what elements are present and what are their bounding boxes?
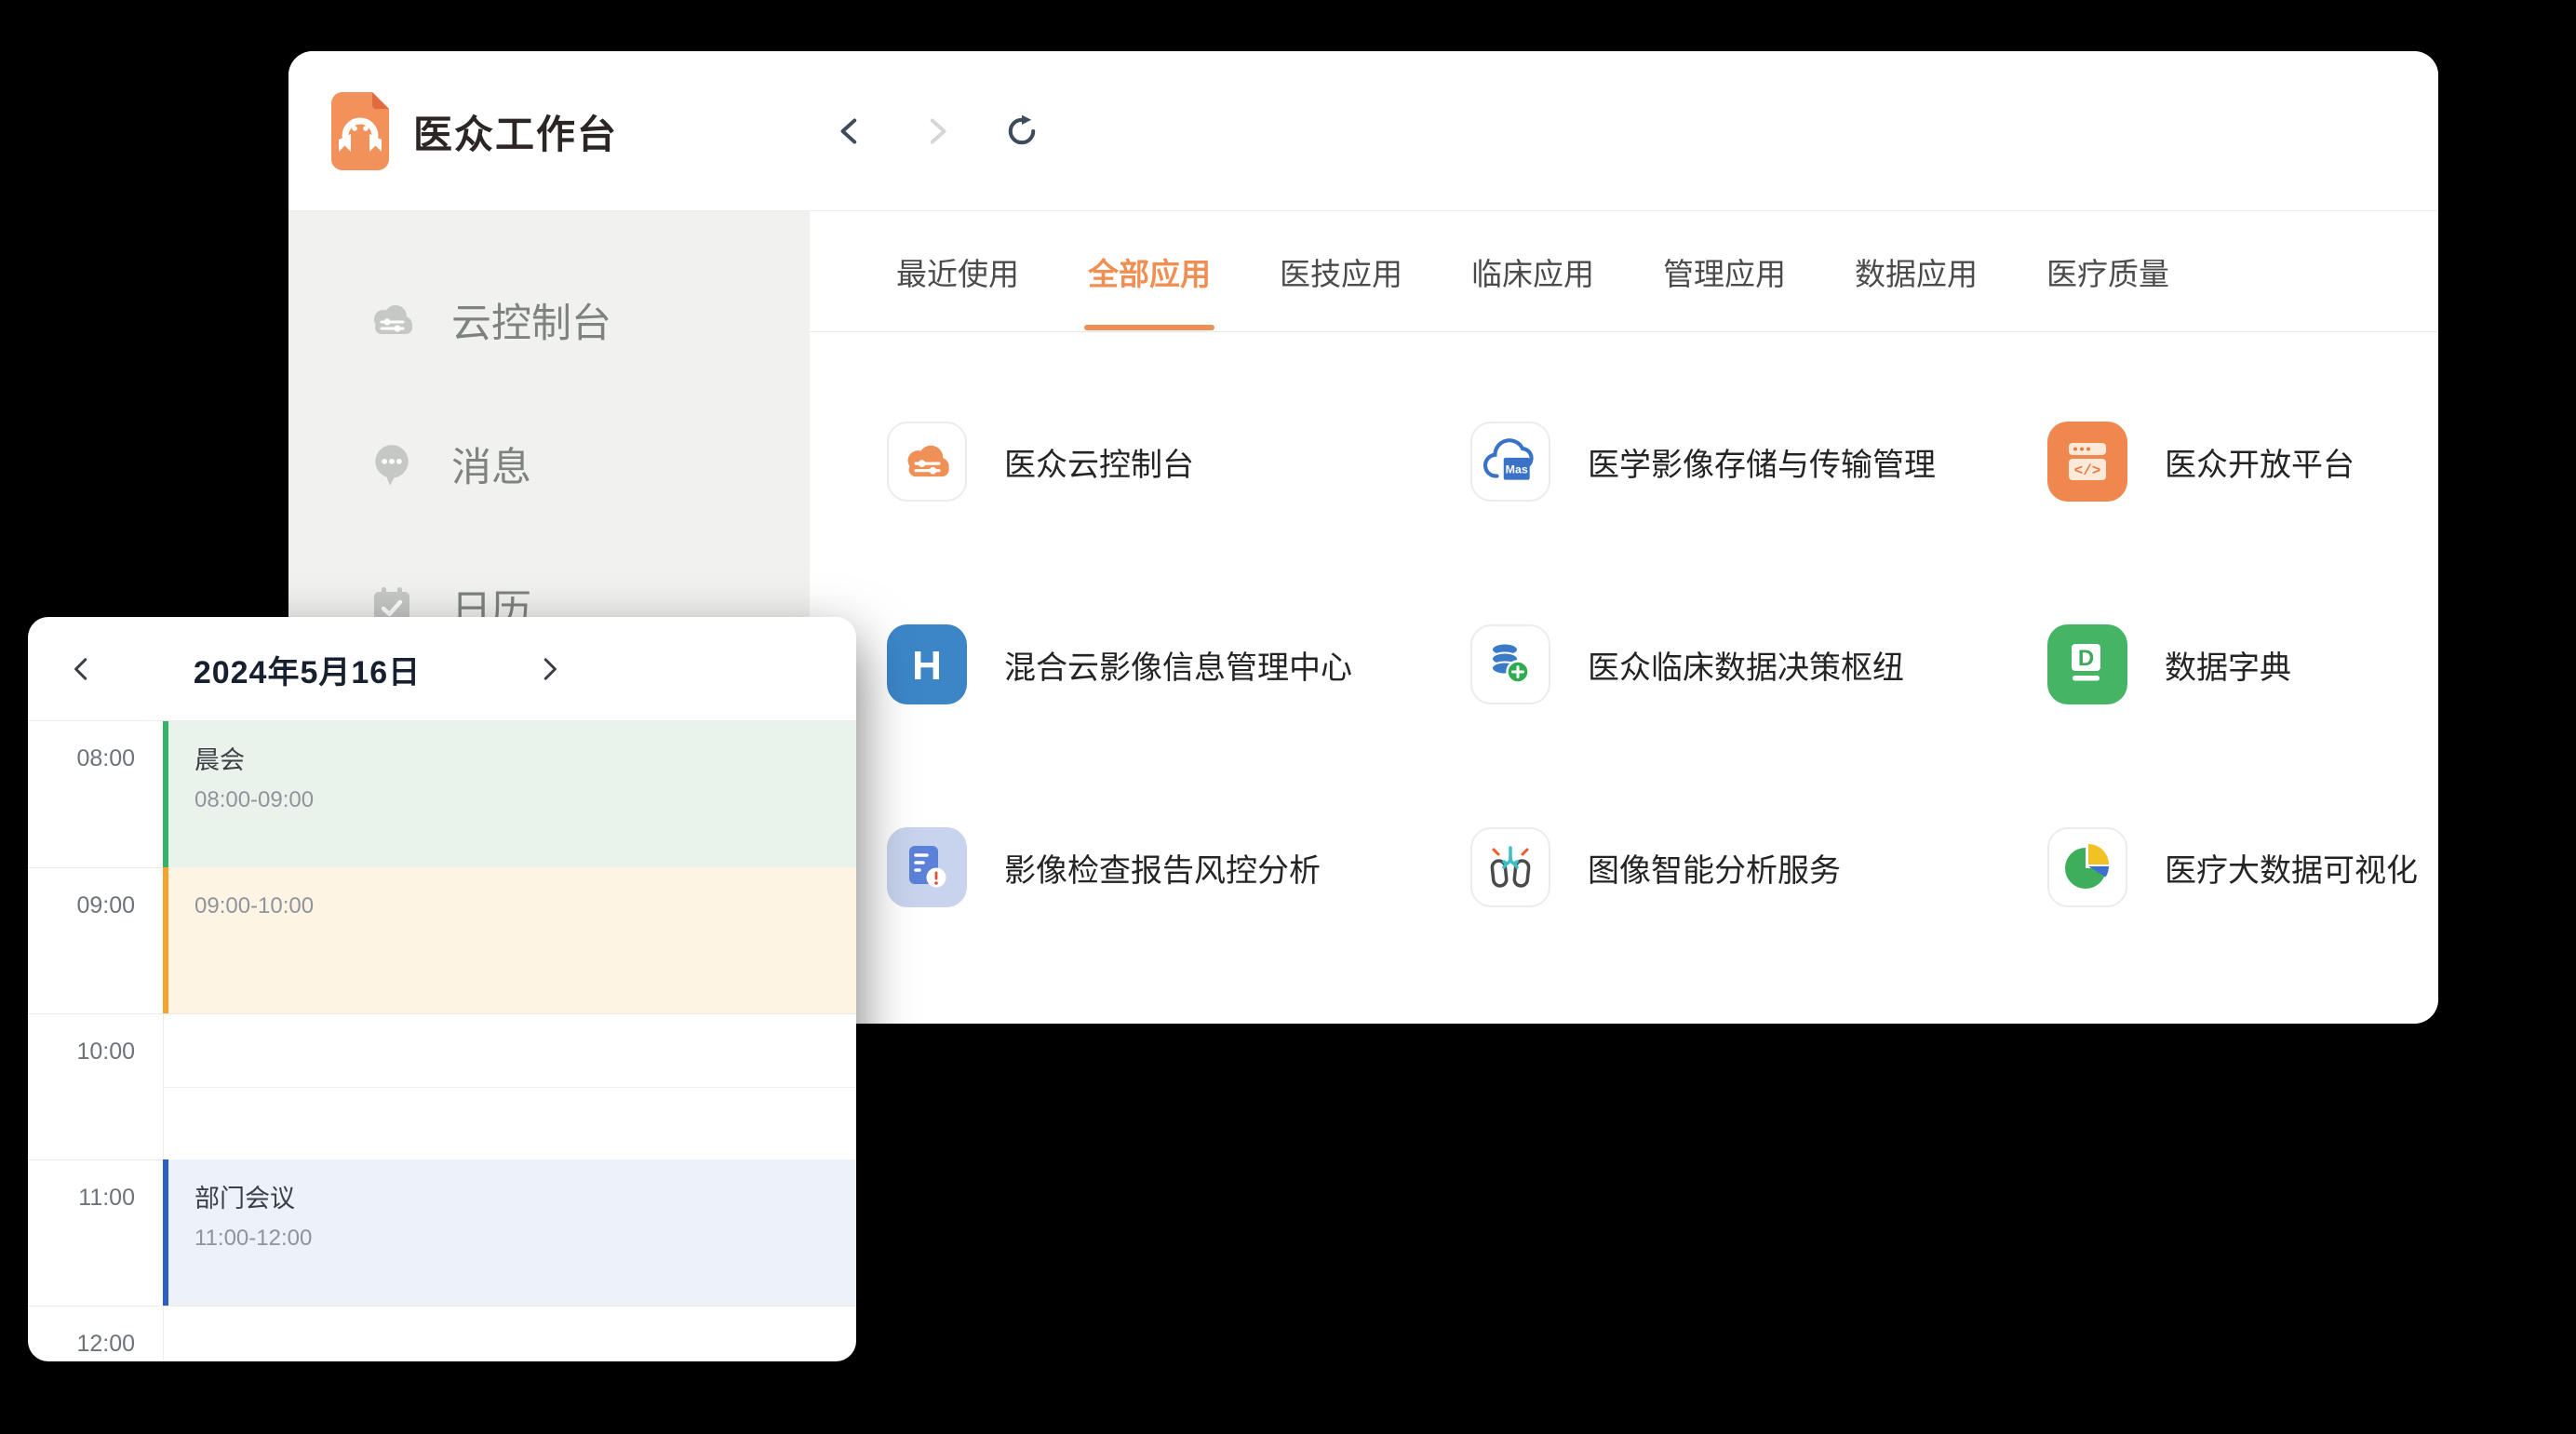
app-item-1[interactable]: 医众云控制台	[887, 422, 1194, 502]
app-item-5[interactable]: 医众临床数据决策枢纽	[1470, 624, 1904, 704]
svg-text:H: H	[912, 643, 942, 689]
app-grid: 医众云控制台 Mas 医学影像存储与传输管理 </> 医众开放平台 H 混合云影…	[810, 332, 2438, 1024]
svg-text:D: D	[2078, 646, 2094, 671]
tab-1[interactable]: 最近使用	[896, 211, 1019, 331]
hour-label: 08:00	[28, 745, 135, 772]
message-icon	[368, 440, 416, 489]
tab-7[interactable]: 医疗质量	[2046, 211, 2169, 331]
calendar-date: 2024年5月16日	[130, 617, 484, 721]
code-window-icon: </>	[2047, 422, 2127, 502]
back-button[interactable]	[830, 111, 871, 152]
event-time: 09:00-10:00	[195, 893, 856, 919]
cloud-mas-icon: Mas	[1470, 422, 1550, 502]
content-area: 最近使用全部应用医技应用临床应用管理应用数据应用医疗质量 医众云控制台 Mas …	[810, 211, 2438, 1024]
browser-nav	[830, 51, 1042, 211]
sidebar-item-label: 云控制台	[451, 291, 611, 349]
calendar-event-3[interactable]: 部门会议 11:00-12:00	[163, 1159, 856, 1306]
app-item-3[interactable]: </> 医众开放平台	[2047, 422, 2355, 502]
cloud-console-icon	[368, 296, 416, 344]
app-item-2[interactable]: Mas 医学影像存储与传输管理	[1470, 422, 1936, 502]
svg-text:</>: </>	[2074, 462, 2101, 479]
calendar-event-1[interactable]: 晨会 08:00-09:00	[163, 721, 856, 867]
app-item-label: 图像智能分析服务	[1588, 845, 1841, 891]
event-title: 部门会议	[195, 1178, 856, 1214]
calendar-panel: 2024年5月16日 08:00 09:00 10:00 11:00 12:00…	[28, 617, 856, 1361]
app-item-label: 医众云控制台	[1004, 439, 1194, 485]
sidebar-item-1[interactable]: 云控制台	[368, 295, 611, 345]
forward-button[interactable]	[916, 111, 957, 152]
calendar-day-grid: 08:00 09:00 10:00 11:00 12:00 晨会 08:00-0…	[28, 721, 856, 1361]
app-item-label: 医众临床数据决策枢纽	[1588, 642, 1904, 688]
app-item-label: 医众开放平台	[2165, 439, 2355, 485]
refresh-button[interactable]	[1001, 111, 1042, 152]
app-item-label: 医学影像存储与传输管理	[1588, 439, 1936, 485]
tab-bar: 最近使用全部应用医技应用临床应用管理应用数据应用医疗质量	[810, 211, 2438, 332]
half-hour-line	[163, 1087, 856, 1088]
tab-2[interactable]: 全部应用	[1088, 211, 1211, 331]
calendar-next-day-button[interactable]	[521, 617, 577, 721]
event-time: 11:00-12:00	[195, 1226, 856, 1252]
cloud-sliders-icon	[887, 422, 967, 502]
calendar-prev-day-button[interactable]	[54, 617, 110, 721]
calendar-event-2[interactable]: 09:00-10:00	[163, 867, 856, 1013]
app-item-label: 影像检查报告风控分析	[1004, 845, 1321, 891]
hour-label: 09:00	[28, 892, 135, 919]
app-item-8[interactable]: 图像智能分析服务	[1470, 827, 1841, 907]
report-risk-icon	[887, 827, 967, 907]
app-item-4[interactable]: H 混合云影像信息管理中心	[887, 624, 1352, 704]
app-item-label: 混合云影像信息管理中心	[1004, 642, 1352, 688]
sidebar-item-2[interactable]: 消息	[368, 439, 531, 489]
tab-3[interactable]: 医技应用	[1280, 211, 1402, 331]
tab-5[interactable]: 管理应用	[1663, 211, 1786, 331]
tab-4[interactable]: 临床应用	[1471, 211, 1594, 331]
hour-label: 11:00	[28, 1185, 135, 1212]
svg-text:Mas: Mas	[1506, 462, 1528, 476]
window-title: 医众工作台	[413, 51, 618, 211]
app-item-9[interactable]: 医疗大数据可视化	[2047, 827, 2418, 907]
lungs-icon	[1470, 827, 1550, 907]
sidebar-item-label: 消息	[451, 436, 531, 493]
pie-chart-icon	[2047, 827, 2127, 907]
calendar-header: 2024年5月16日	[28, 617, 856, 721]
hour-row-10:00: 10:00	[28, 1013, 856, 1159]
hour-row-12:00: 12:00	[28, 1306, 856, 1361]
hour-label: 12:00	[28, 1331, 135, 1358]
database-plus-icon	[1470, 624, 1550, 704]
app-item-6[interactable]: D 数据字典	[2047, 624, 2291, 704]
app-logo-icon	[331, 92, 389, 170]
app-item-7[interactable]: 影像检查报告风控分析	[887, 827, 1321, 907]
dictionary-icon: D	[2047, 624, 2127, 704]
event-time: 08:00-09:00	[195, 787, 856, 813]
window-header: 医众工作台	[288, 51, 2438, 211]
hour-label: 10:00	[28, 1039, 135, 1065]
tab-6[interactable]: 数据应用	[1855, 211, 1978, 331]
letter-h-icon: H	[887, 624, 967, 704]
app-item-label: 数据字典	[2165, 642, 2291, 688]
event-title: 晨会	[195, 740, 856, 776]
app-item-label: 医疗大数据可视化	[2165, 845, 2418, 891]
